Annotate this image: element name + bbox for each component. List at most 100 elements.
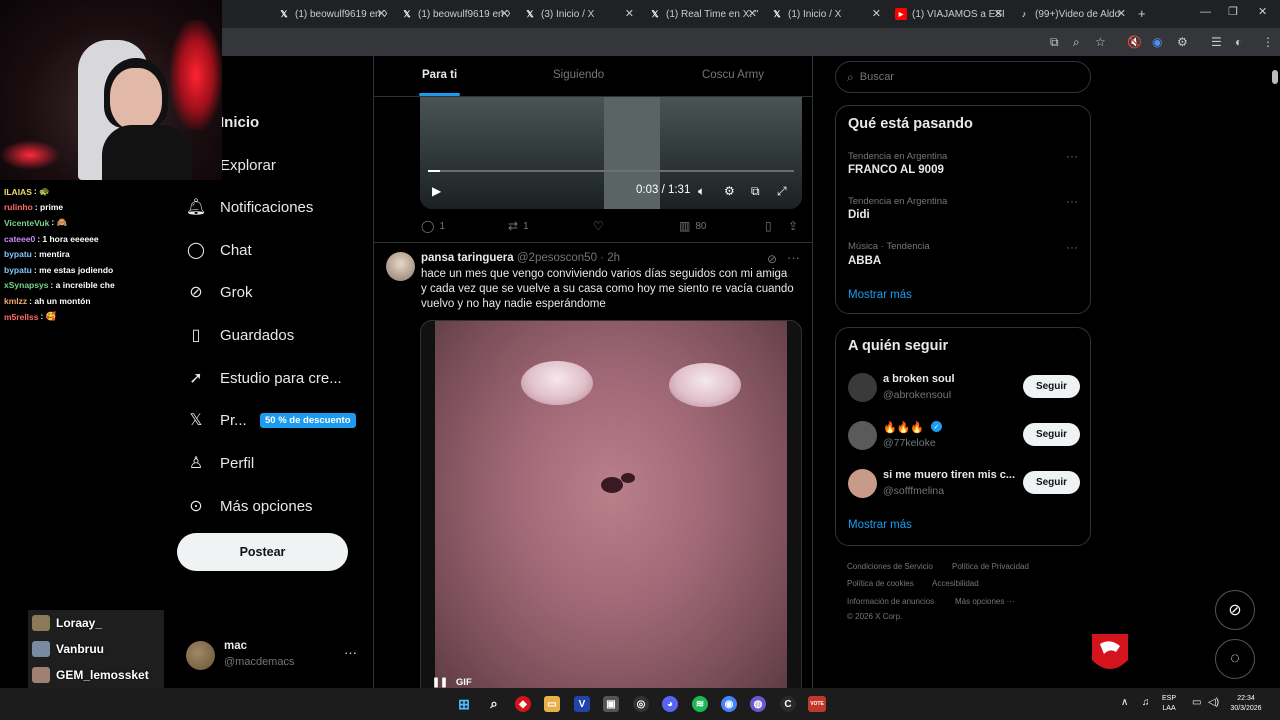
- tweet-time[interactable]: · 2h: [600, 252, 620, 264]
- close-tab-icon[interactable]: ✕: [625, 7, 634, 20]
- repost-button[interactable]: ⇄ 1: [508, 219, 529, 233]
- nav-item-grok[interactable]: ⊘ Grok: [186, 277, 252, 307]
- chat-username[interactable]: kmlzz: [4, 296, 27, 306]
- close-tab-icon[interactable]: ✕: [748, 7, 757, 20]
- more-icon[interactable]: ···: [1066, 149, 1078, 163]
- nav-item-mas-opciones[interactable]: ⊙ Más opciones: [186, 491, 312, 521]
- follow-button[interactable]: Seguir: [1023, 471, 1080, 494]
- more-icon[interactable]: ···: [1066, 240, 1078, 254]
- tweet-author-handle[interactable]: @2pesoscon50: [517, 252, 597, 264]
- tab-coscu-army[interactable]: Coscu Army: [702, 69, 764, 81]
- profile-icon[interactable]: ◐: [1235, 35, 1242, 49]
- zoom-icon[interactable]: ⌕: [1073, 35, 1080, 50]
- scrollbar-thumb[interactable]: [1272, 70, 1278, 84]
- chat-username[interactable]: m5rellss: [4, 312, 39, 322]
- language-indicator[interactable]: ESP LAA: [1162, 694, 1176, 714]
- close-tab-icon[interactable]: ✕: [1117, 7, 1126, 20]
- like-button[interactable]: ♡: [593, 219, 609, 233]
- puzzle-icon[interactable]: ⚙: [1177, 35, 1188, 49]
- tab-para-ti[interactable]: Para ti: [422, 69, 457, 81]
- follow-suggestion[interactable]: a broken soul @abrokensouI Seguir: [848, 371, 1080, 405]
- clock[interactable]: 22:34 30/3/2026: [1226, 694, 1266, 714]
- chat-username[interactable]: bypatu: [4, 249, 32, 259]
- chat-username[interactable]: VicenteVuk: [4, 218, 49, 228]
- obs-icon[interactable]: ◎: [633, 696, 649, 712]
- video-player[interactable]: ▶ 0:03 / 1:31 🔈︎ ⚙ ⧉ ⤢: [420, 97, 802, 209]
- tweet-author-name[interactable]: pansa taringuera: [421, 252, 514, 264]
- chat-username[interactable]: xSynapsys: [4, 280, 48, 290]
- search-icon[interactable]: ⌕: [486, 696, 502, 712]
- chat-username[interactable]: rulinho: [4, 202, 33, 212]
- follow-button[interactable]: Seguir: [1023, 375, 1080, 398]
- avatar[interactable]: [386, 252, 415, 281]
- extension-icon[interactable]: ◉: [1152, 35, 1162, 49]
- page-scrollbar[interactable]: [1270, 56, 1280, 688]
- bookmark-star-icon[interactable]: ☆: [1095, 35, 1106, 49]
- store-icon[interactable]: ▣: [603, 696, 619, 712]
- discord-icon[interactable]: ◕: [662, 696, 678, 712]
- pip-icon[interactable]: ⧉: [751, 184, 760, 199]
- chat-username[interactable]: cateee0: [4, 234, 35, 244]
- video-progress-bar[interactable]: [428, 170, 794, 172]
- chat-username[interactable]: ILAIAS: [4, 187, 32, 197]
- search-input[interactable]: ⌕ Buscar: [835, 61, 1091, 93]
- file-explorer-icon[interactable]: ▭: [544, 696, 560, 712]
- tab-siguiendo[interactable]: Siguiendo: [553, 69, 604, 81]
- more-icon[interactable]: ···: [344, 645, 357, 660]
- browser-menu-icon[interactable]: ⋮: [1262, 35, 1274, 49]
- close-tab-icon[interactable]: ✕: [377, 7, 386, 20]
- browser-tab[interactable]: 𝕏 (1) beowulf9619 en X ✕: [395, 4, 513, 24]
- app-c-icon[interactable]: C: [780, 696, 796, 712]
- chrome-icon[interactable]: ◉: [721, 696, 737, 712]
- show-more-link[interactable]: Mostrar más: [848, 519, 912, 531]
- restore-icon[interactable]: ❐: [1228, 5, 1238, 18]
- new-tab-icon[interactable]: +: [1138, 6, 1146, 21]
- browser-tab[interactable]: 𝕏 (3) Inicio / X ✕: [518, 4, 638, 24]
- views-button[interactable]: ▥ 80: [679, 219, 706, 233]
- more-icon[interactable]: ···: [787, 250, 800, 265]
- nav-item-estudio[interactable]: ➚ Estudio para cre...: [186, 363, 341, 393]
- browser-tab[interactable]: 𝕏 (1) Inicio / X ✕: [765, 4, 885, 24]
- fullscreen-icon[interactable]: ⤢: [777, 184, 787, 199]
- show-more-link[interactable]: Mostrar más: [848, 289, 912, 301]
- msi-app-icon[interactable]: ◆: [515, 696, 531, 712]
- close-tab-icon[interactable]: ✕: [994, 7, 1003, 20]
- follow-button[interactable]: Seguir: [1023, 423, 1080, 446]
- bookmark-button[interactable]: ▯: [765, 219, 777, 233]
- spotify-icon[interactable]: ≋: [692, 696, 708, 712]
- pause-icon[interactable]: ❚❚: [432, 677, 448, 688]
- browser-tab[interactable]: ♪ (99+)Video de Aldo ✕: [1012, 4, 1130, 24]
- browser-tab[interactable]: ▶(1) VIAJAMOS a ESPA✕: [889, 4, 1007, 24]
- minimize-icon[interactable]: —: [1200, 6, 1211, 18]
- grok-fab-icon[interactable]: ⊘: [1215, 590, 1255, 630]
- media-control-icon[interactable]: ☰: [1211, 35, 1222, 49]
- nav-item-guardados[interactable]: ▯ Guardados: [186, 320, 295, 350]
- volume-icon[interactable]: ◁): [1208, 697, 1219, 708]
- network-icon[interactable]: ▭: [1192, 697, 1201, 708]
- share-button[interactable]: ⇪: [788, 219, 803, 233]
- nav-item-chat[interactable]: ◯ Chat: [186, 235, 252, 265]
- close-window-icon[interactable]: ✕: [1258, 5, 1267, 18]
- tray-chevron-icon[interactable]: ∧: [1121, 697, 1128, 708]
- windows-start-icon[interactable]: ⊞: [456, 696, 472, 712]
- v-app-icon[interactable]: V: [574, 696, 590, 712]
- vote-app-icon[interactable]: VOTE: [808, 696, 826, 712]
- microphone-icon[interactable]: ♫: [1142, 697, 1150, 708]
- tweet-media-gif[interactable]: [420, 320, 802, 688]
- volume-icon[interactable]: 🔈︎: [698, 184, 705, 199]
- chat-username[interactable]: bypatu: [4, 265, 32, 275]
- account-switcher[interactable]: mac @macdemacs ···: [186, 640, 361, 672]
- grok-icon[interactable]: ⊘: [767, 252, 777, 266]
- more-icon[interactable]: ···: [1066, 194, 1078, 208]
- post-button[interactable]: Postear: [177, 533, 348, 571]
- messages-fab-icon[interactable]: ◌: [1215, 639, 1255, 679]
- settings-icon[interactable]: ⚙: [724, 184, 735, 198]
- browser-tab[interactable]: 𝕏 (1) beowulf9619 en X ✕: [272, 4, 390, 24]
- follow-suggestion[interactable]: si me muero tiren mis c... @sofffmelina …: [848, 467, 1080, 501]
- close-tab-icon[interactable]: ✕: [500, 7, 509, 20]
- play-icon[interactable]: ▶: [432, 184, 441, 198]
- nav-item-perfil[interactable]: ♙ Perfil: [186, 448, 254, 478]
- cast-icon[interactable]: ⧉: [1050, 35, 1059, 50]
- close-tab-icon[interactable]: ✕: [872, 7, 881, 20]
- reply-button[interactable]: ◯ 1: [421, 219, 445, 233]
